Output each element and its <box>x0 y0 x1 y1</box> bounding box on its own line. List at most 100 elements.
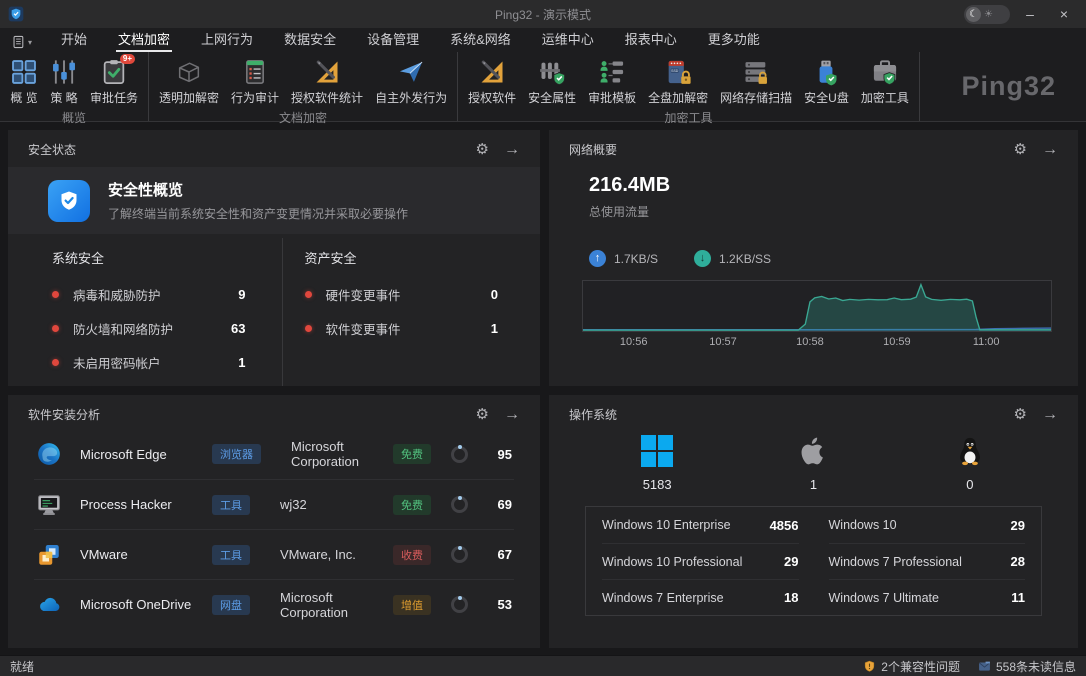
category-badge: 网盘 <box>212 595 250 615</box>
panel-title: 操作系统 <box>569 406 617 423</box>
tab-data-security[interactable]: 数据安全 <box>282 29 338 52</box>
ribbon-button-full-disk-encryption[interactable]: SSD 全盘加解密 <box>642 56 714 108</box>
message-icon <box>978 660 991 673</box>
apple-logo-icon <box>797 435 829 467</box>
table-row[interactable]: Windows 10 29 <box>829 507 1026 543</box>
compatibility-issues[interactable]: 2个兼容性问题 <box>863 658 960 675</box>
ribbon-button-policy[interactable]: 策 略 <box>44 56 84 108</box>
dashboard: 安全状态 ⚙ → 安全性概览 了解终端当前系统安全性和资产变更情况并采取必要操作… <box>0 122 1086 655</box>
process-hacker-app-icon <box>36 492 62 518</box>
table-row[interactable]: Windows 7 Enterprise 18 <box>602 579 799 615</box>
hero-subtitle: 了解终端当前系统安全性和资产变更情况并采取必要操作 <box>108 205 408 222</box>
alert-dot-icon <box>305 325 312 332</box>
gear-icon[interactable]: ⚙ <box>1014 407 1027 422</box>
arrow-right-icon[interactable]: → <box>504 407 520 423</box>
approval-badge: 9+ <box>120 54 135 64</box>
table-row[interactable]: Microsoft Edge 浏览器 Microsoft Corporation… <box>34 429 514 479</box>
tab-web-behavior[interactable]: 上网行为 <box>199 29 255 52</box>
table-row[interactable]: Windows 7 Professional 28 <box>829 543 1026 579</box>
price-badge: 免费 <box>393 444 431 464</box>
unread-messages[interactable]: 558条未读信息 <box>978 658 1076 675</box>
ribbon-button-authorized-software[interactable]: 授权软件 <box>462 56 522 108</box>
alert-dot-icon <box>52 359 59 366</box>
gear-icon[interactable]: ⚙ <box>476 407 489 422</box>
ssd-lock-icon: SSD <box>664 58 692 86</box>
ribbon-button-transparent-encryption[interactable]: 透明加解密 <box>153 56 225 108</box>
arrow-right-icon[interactable]: → <box>1042 407 1058 423</box>
download-arrow-icon: ↓ <box>694 250 711 267</box>
ribbon-group-label: 加密工具 <box>462 108 915 130</box>
tab-document-encryption[interactable]: 文档加密 <box>116 29 172 52</box>
chevron-down-icon: ▾ <box>28 38 32 47</box>
os-stat-linux: 0 <box>892 435 1048 492</box>
table-row[interactable]: Process Hacker 工具 wj32 免费 69 <box>34 479 514 529</box>
ribbon-button-network-storage-scan[interactable]: 网络存储扫描 <box>714 56 798 108</box>
ribbon-button-secure-usb[interactable]: 安全U盘 <box>798 56 855 108</box>
ribbon-button-security-attributes[interactable]: 安全属性 <box>522 56 582 108</box>
title-bar: Ping32 - 演示模式 ☾ ☀ – × <box>0 0 1086 28</box>
list-item[interactable]: 硬件变更事件 0 <box>305 277 499 311</box>
tab-device-management[interactable]: 设备管理 <box>365 29 421 52</box>
table-row[interactable]: Microsoft OneDrive 网盘 Microsoft Corporat… <box>34 579 514 629</box>
ribbon-button-behavior-audit[interactable]: 行为审计 <box>225 56 285 108</box>
paper-plane-icon <box>397 58 425 86</box>
file-menu-button[interactable]: ▾ <box>12 35 32 52</box>
ribbon-button-authorized-software-stats[interactable]: 授权软件统计 <box>285 56 369 108</box>
ribbon-button-approval-template[interactable]: 审批模板 <box>582 56 642 108</box>
ribbon-button-encryption-tools[interactable]: 加密工具 <box>855 56 915 108</box>
minimize-button[interactable]: – <box>1016 3 1044 25</box>
alert-dot-icon <box>305 291 312 298</box>
moon-icon: ☾ <box>966 7 981 22</box>
list-item[interactable]: 软件变更事件 1 <box>305 311 499 345</box>
tab-ops-center[interactable]: 运维中心 <box>540 29 596 52</box>
close-button[interactable]: × <box>1050 3 1078 25</box>
status-ready: 就绪 <box>10 658 34 675</box>
alert-dot-icon <box>52 291 59 298</box>
windows-logo-icon <box>641 435 673 467</box>
table-row[interactable]: Windows 7 Ultimate 11 <box>829 579 1026 615</box>
category-badge: 工具 <box>212 495 250 515</box>
audit-list-icon <box>241 58 269 86</box>
svg-text:SSD: SSD <box>671 69 679 73</box>
tab-system-network[interactable]: 系统&网络 <box>448 29 513 52</box>
menu-bar: ▾ 开始 文档加密 上网行为 数据安全 设备管理 系统&网络 运维中心 报表中心… <box>0 28 1086 52</box>
table-row[interactable]: Windows 10 Enterprise 4856 <box>602 507 799 543</box>
theme-toggle[interactable]: ☾ ☀ <box>964 5 1010 24</box>
tab-more-features[interactable]: 更多功能 <box>706 29 762 52</box>
list-item[interactable]: 防火墙和网络防护 63 <box>52 311 246 345</box>
upload-rate: ↑ 1.7KB/S <box>589 250 658 267</box>
ribbon-button-overview[interactable]: 概 览 <box>4 56 44 108</box>
onedrive-app-icon <box>36 592 62 618</box>
tab-report-center[interactable]: 报表中心 <box>623 29 679 52</box>
panel-security-status: 安全状态 ⚙ → 安全性概览 了解终端当前系统安全性和资产变更情况并采取必要操作… <box>8 130 540 386</box>
fence-shield-icon <box>538 58 566 86</box>
file-menu-icon <box>12 35 26 49</box>
grid-icon <box>10 58 38 86</box>
score-ring-icon <box>451 496 468 513</box>
panel-software-analysis: 软件安装分析 ⚙ → Microsoft Edge 浏览器 Microsoft … <box>8 395 540 648</box>
ribbon-button-approval-tasks[interactable]: 9+ 审批任务 <box>84 56 144 108</box>
set-square-pen-icon <box>313 58 341 86</box>
download-rate: ↓ 1.2KB/SS <box>694 250 771 267</box>
total-traffic-label: 总使用流量 <box>589 203 1078 220</box>
ribbon-group-overview: 概 览 策 略 9+ 审批任务 概览 <box>0 52 149 121</box>
gear-icon[interactable]: ⚙ <box>1014 142 1027 157</box>
panel-title: 软件安装分析 <box>28 406 100 423</box>
table-row[interactable]: Windows 10 Professional 29 <box>602 543 799 579</box>
ribbon-button-self-outgoing[interactable]: 自主外发行为 <box>369 56 453 108</box>
ribbon-group-label: 概览 <box>4 108 144 130</box>
total-traffic-value: 216.4MB <box>589 174 1078 197</box>
arrow-right-icon[interactable]: → <box>504 142 520 158</box>
tab-start[interactable]: 开始 <box>59 29 89 52</box>
cube-icon <box>175 58 203 86</box>
shield-check-icon <box>48 180 90 222</box>
gear-icon[interactable]: ⚙ <box>476 142 489 157</box>
list-item[interactable]: 未启用密码帐户 1 <box>52 345 246 379</box>
score-ring-icon <box>451 596 468 613</box>
table-row[interactable]: VMware 工具 VMware, Inc. 收费 67 <box>34 529 514 579</box>
linux-tux-icon <box>954 435 986 467</box>
os-version-table: Windows 10 Enterprise 4856 Windows 10 Pr… <box>585 506 1042 616</box>
arrow-right-icon[interactable]: → <box>1042 142 1058 158</box>
os-stat-windows: 5183 <box>579 435 735 492</box>
list-item[interactable]: 病毒和威胁防护 9 <box>52 277 246 311</box>
